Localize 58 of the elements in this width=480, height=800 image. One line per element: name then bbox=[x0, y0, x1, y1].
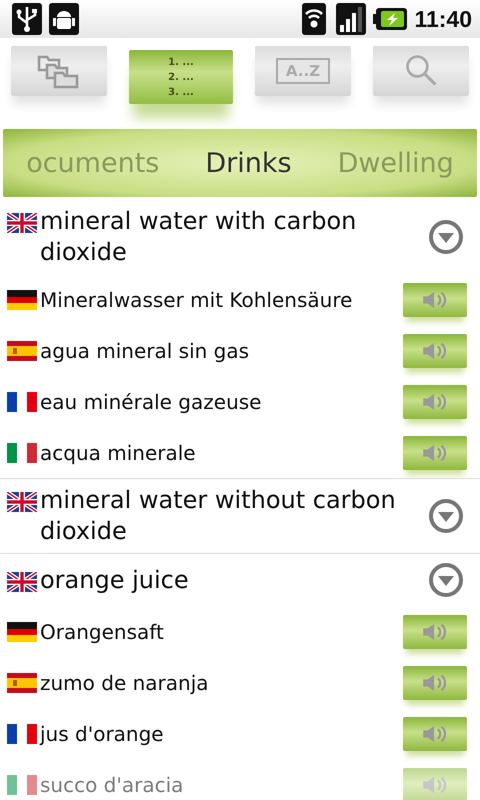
expand-button[interactable] bbox=[428, 219, 464, 255]
speak-button[interactable] bbox=[403, 716, 467, 750]
speaker-icon bbox=[421, 442, 449, 462]
speak-button[interactable] bbox=[403, 282, 467, 316]
french-flag-icon bbox=[7, 724, 37, 744]
translation-text: Mineralwasser mit Kohlensäure bbox=[40, 288, 352, 312]
speaker-icon bbox=[421, 340, 449, 360]
android-debug-icon bbox=[49, 3, 79, 35]
italian-flag-icon bbox=[7, 774, 37, 794]
category-tab[interactable]: Dwelling bbox=[338, 148, 454, 178]
speak-button[interactable] bbox=[403, 666, 467, 700]
expand-button[interactable] bbox=[428, 498, 464, 534]
list-icon-line: 1. ... bbox=[168, 56, 194, 70]
french-flag-icon bbox=[7, 392, 37, 412]
folders-icon bbox=[37, 53, 81, 89]
speak-button[interactable] bbox=[403, 334, 467, 368]
translation-text: succo d'aracia bbox=[40, 772, 184, 796]
uk-flag-icon bbox=[7, 492, 37, 512]
translation-text: zumo de naranja bbox=[40, 670, 209, 694]
speak-button[interactable] bbox=[403, 436, 467, 470]
usb-icon bbox=[12, 3, 42, 35]
speaker-icon bbox=[421, 290, 449, 310]
translation-text: acqua minerale bbox=[40, 440, 196, 464]
folder-sort-icon: A..Z bbox=[276, 58, 330, 84]
expand-button[interactable] bbox=[428, 562, 464, 598]
speaker-icon bbox=[421, 672, 449, 692]
speaker-icon bbox=[421, 622, 449, 642]
toolbar-button[interactable] bbox=[11, 46, 107, 96]
spanish-flag-icon bbox=[7, 672, 37, 692]
clock-time: 11:40 bbox=[414, 6, 472, 32]
toolbar-button[interactable] bbox=[373, 46, 469, 96]
signal-icon bbox=[336, 3, 366, 35]
speaker-icon bbox=[421, 724, 449, 744]
translation-text: Orangensaft bbox=[40, 620, 164, 644]
german-flag-icon bbox=[7, 290, 37, 310]
term-text: mineral water with carbon dioxide bbox=[40, 206, 358, 268]
list-icon-line: 2. ... bbox=[168, 70, 194, 84]
speak-button[interactable] bbox=[403, 384, 467, 418]
speak-button[interactable] bbox=[403, 614, 467, 648]
translation-text: jus d'orange bbox=[40, 722, 164, 746]
battery-charging-icon bbox=[373, 7, 408, 31]
list-icon-line: 3. ... bbox=[168, 86, 194, 100]
uk-flag-icon bbox=[7, 213, 37, 233]
category-tab[interactable]: ocuments bbox=[26, 148, 160, 178]
speaker-icon bbox=[421, 392, 449, 412]
term-text: orange juice bbox=[40, 564, 189, 596]
toolbar-button[interactable]: A..Z bbox=[255, 46, 351, 96]
speaker-icon bbox=[421, 774, 449, 794]
italian-flag-icon bbox=[7, 442, 37, 462]
speak-button[interactable] bbox=[403, 768, 467, 800]
spanish-flag-icon bbox=[7, 340, 37, 360]
term-text: mineral water without carbon dioxide bbox=[40, 485, 397, 547]
toolbar-button[interactable]: 1. ... 2. ... 3. ... bbox=[129, 50, 233, 104]
translation-text: eau minérale gazeuse bbox=[40, 390, 262, 414]
uk-flag-icon bbox=[7, 572, 37, 592]
german-flag-icon bbox=[7, 622, 37, 642]
translation-text: agua mineral sin gas bbox=[40, 338, 250, 362]
category-tab[interactable]: Drinks bbox=[205, 148, 292, 178]
